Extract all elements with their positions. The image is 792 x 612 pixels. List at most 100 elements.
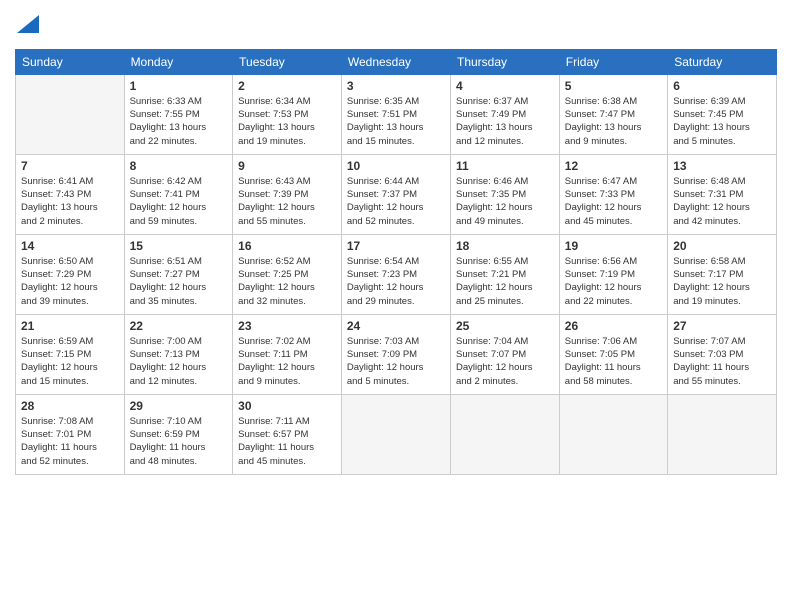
logo	[15, 15, 39, 37]
day-number: 4	[456, 79, 554, 93]
day-number: 12	[565, 159, 662, 173]
day-number: 27	[673, 319, 771, 333]
day-info: Sunrise: 6:41 AM Sunset: 7:43 PM Dayligh…	[21, 175, 119, 228]
day-number: 21	[21, 319, 119, 333]
day-info: Sunrise: 6:42 AM Sunset: 7:41 PM Dayligh…	[130, 175, 228, 228]
calendar-cell: 20 Sunrise: 6:58 AM Sunset: 7:17 PM Dayli…	[668, 234, 777, 314]
day-info: Sunrise: 6:58 AM Sunset: 7:17 PM Dayligh…	[673, 255, 771, 308]
calendar-cell: 11 Sunrise: 6:46 AM Sunset: 7:35 PM Dayli…	[450, 154, 559, 234]
calendar-cell: 8 Sunrise: 6:42 AM Sunset: 7:41 PM Daylig…	[124, 154, 233, 234]
day-info: Sunrise: 6:56 AM Sunset: 7:19 PM Dayligh…	[565, 255, 662, 308]
calendar-cell	[668, 394, 777, 474]
day-info: Sunrise: 6:51 AM Sunset: 7:27 PM Dayligh…	[130, 255, 228, 308]
day-number: 22	[130, 319, 228, 333]
day-number: 5	[565, 79, 662, 93]
day-number: 26	[565, 319, 662, 333]
day-info: Sunrise: 7:11 AM Sunset: 6:57 PM Dayligh…	[238, 415, 336, 468]
day-number: 3	[347, 79, 445, 93]
calendar-cell: 21 Sunrise: 6:59 AM Sunset: 7:15 PM Dayli…	[16, 314, 125, 394]
calendar-header-row: SundayMondayTuesdayWednesdayThursdayFrid…	[16, 49, 777, 74]
day-info: Sunrise: 6:44 AM Sunset: 7:37 PM Dayligh…	[347, 175, 445, 228]
col-header-wednesday: Wednesday	[341, 49, 450, 74]
calendar-cell	[16, 74, 125, 154]
day-number: 23	[238, 319, 336, 333]
calendar-cell: 27Sunrise: 7:07 AM Sunset: 7:03 PM Dayli…	[668, 314, 777, 394]
day-info: Sunrise: 6:34 AM Sunset: 7:53 PM Dayligh…	[238, 95, 336, 148]
day-number: 15	[130, 239, 228, 253]
day-number: 7	[21, 159, 119, 173]
day-number: 30	[238, 399, 336, 413]
day-info: Sunrise: 6:48 AM Sunset: 7:31 PM Dayligh…	[673, 175, 771, 228]
day-number: 6	[673, 79, 771, 93]
day-number: 20	[673, 239, 771, 253]
header	[15, 15, 777, 37]
col-header-friday: Friday	[559, 49, 667, 74]
day-info: Sunrise: 6:46 AM Sunset: 7:35 PM Dayligh…	[456, 175, 554, 228]
day-number: 10	[347, 159, 445, 173]
day-info: Sunrise: 6:52 AM Sunset: 7:25 PM Dayligh…	[238, 255, 336, 308]
day-info: Sunrise: 6:47 AM Sunset: 7:33 PM Dayligh…	[565, 175, 662, 228]
day-info: Sunrise: 7:02 AM Sunset: 7:11 PM Dayligh…	[238, 335, 336, 388]
col-header-monday: Monday	[124, 49, 233, 74]
day-number: 19	[565, 239, 662, 253]
day-number: 13	[673, 159, 771, 173]
day-number: 2	[238, 79, 336, 93]
calendar-cell: 13 Sunrise: 6:48 AM Sunset: 7:31 PM Dayli…	[668, 154, 777, 234]
day-number: 25	[456, 319, 554, 333]
calendar-cell: 5 Sunrise: 6:38 AM Sunset: 7:47 PM Daylig…	[559, 74, 667, 154]
calendar-cell: 1Sunrise: 6:33 AM Sunset: 7:55 PM Daylig…	[124, 74, 233, 154]
day-info: Sunrise: 7:06 AM Sunset: 7:05 PM Dayligh…	[565, 335, 662, 388]
week-row-4: 21 Sunrise: 6:59 AM Sunset: 7:15 PM Dayli…	[16, 314, 777, 394]
day-info: Sunrise: 6:35 AM Sunset: 7:51 PM Dayligh…	[347, 95, 445, 148]
day-number: 8	[130, 159, 228, 173]
day-info: Sunrise: 6:59 AM Sunset: 7:15 PM Dayligh…	[21, 335, 119, 388]
calendar-cell: 3 Sunrise: 6:35 AM Sunset: 7:51 PM Daylig…	[341, 74, 450, 154]
day-info: Sunrise: 7:00 AM Sunset: 7:13 PM Dayligh…	[130, 335, 228, 388]
calendar-cell: 18 Sunrise: 6:55 AM Sunset: 7:21 PM Dayli…	[450, 234, 559, 314]
calendar-cell	[559, 394, 667, 474]
day-number: 16	[238, 239, 336, 253]
day-info: Sunrise: 6:38 AM Sunset: 7:47 PM Dayligh…	[565, 95, 662, 148]
col-header-saturday: Saturday	[668, 49, 777, 74]
day-info: Sunrise: 6:55 AM Sunset: 7:21 PM Dayligh…	[456, 255, 554, 308]
day-number: 14	[21, 239, 119, 253]
day-info: Sunrise: 7:04 AM Sunset: 7:07 PM Dayligh…	[456, 335, 554, 388]
calendar-cell: 14 Sunrise: 6:50 AM Sunset: 7:29 PM Dayli…	[16, 234, 125, 314]
day-number: 29	[130, 399, 228, 413]
calendar-cell	[450, 394, 559, 474]
day-info: Sunrise: 7:10 AM Sunset: 6:59 PM Dayligh…	[130, 415, 228, 468]
calendar-table: SundayMondayTuesdayWednesdayThursdayFrid…	[15, 49, 777, 475]
day-info: Sunrise: 6:39 AM Sunset: 7:45 PM Dayligh…	[673, 95, 771, 148]
logo-icon	[17, 15, 39, 33]
calendar-cell: 7 Sunrise: 6:41 AM Sunset: 7:43 PM Daylig…	[16, 154, 125, 234]
day-number: 11	[456, 159, 554, 173]
calendar-cell: 2 Sunrise: 6:34 AM Sunset: 7:53 PM Daylig…	[233, 74, 342, 154]
calendar-cell: 23 Sunrise: 7:02 AM Sunset: 7:11 PM Dayli…	[233, 314, 342, 394]
calendar-cell: 30 Sunrise: 7:11 AM Sunset: 6:57 PM Dayli…	[233, 394, 342, 474]
calendar-cell: 17Sunrise: 6:54 AM Sunset: 7:23 PM Dayli…	[341, 234, 450, 314]
week-row-3: 14 Sunrise: 6:50 AM Sunset: 7:29 PM Dayli…	[16, 234, 777, 314]
day-info: Sunrise: 6:50 AM Sunset: 7:29 PM Dayligh…	[21, 255, 119, 308]
calendar-cell: 12 Sunrise: 6:47 AM Sunset: 7:33 PM Dayli…	[559, 154, 667, 234]
week-row-5: 28Sunrise: 7:08 AM Sunset: 7:01 PM Dayli…	[16, 394, 777, 474]
day-info: Sunrise: 6:43 AM Sunset: 7:39 PM Dayligh…	[238, 175, 336, 228]
day-number: 1	[130, 79, 228, 93]
calendar-cell: 26 Sunrise: 7:06 AM Sunset: 7:05 PM Dayli…	[559, 314, 667, 394]
calendar-cell: 4 Sunrise: 6:37 AM Sunset: 7:49 PM Daylig…	[450, 74, 559, 154]
calendar-cell: 6 Sunrise: 6:39 AM Sunset: 7:45 PM Daylig…	[668, 74, 777, 154]
day-number: 9	[238, 159, 336, 173]
calendar-cell: 22 Sunrise: 7:00 AM Sunset: 7:13 PM Dayli…	[124, 314, 233, 394]
calendar-cell: 15 Sunrise: 6:51 AM Sunset: 7:27 PM Dayli…	[124, 234, 233, 314]
col-header-thursday: Thursday	[450, 49, 559, 74]
day-number: 18	[456, 239, 554, 253]
calendar-cell: 25 Sunrise: 7:04 AM Sunset: 7:07 PM Dayli…	[450, 314, 559, 394]
day-info: Sunrise: 7:03 AM Sunset: 7:09 PM Dayligh…	[347, 335, 445, 388]
day-info: Sunrise: 7:08 AM Sunset: 7:01 PM Dayligh…	[21, 415, 119, 468]
day-info: Sunrise: 6:37 AM Sunset: 7:49 PM Dayligh…	[456, 95, 554, 148]
calendar-cell: 19 Sunrise: 6:56 AM Sunset: 7:19 PM Dayli…	[559, 234, 667, 314]
day-number: 24	[347, 319, 445, 333]
calendar-cell: 9 Sunrise: 6:43 AM Sunset: 7:39 PM Daylig…	[233, 154, 342, 234]
calendar-cell: 28Sunrise: 7:08 AM Sunset: 7:01 PM Dayli…	[16, 394, 125, 474]
day-number: 17	[347, 239, 445, 253]
col-header-sunday: Sunday	[16, 49, 125, 74]
